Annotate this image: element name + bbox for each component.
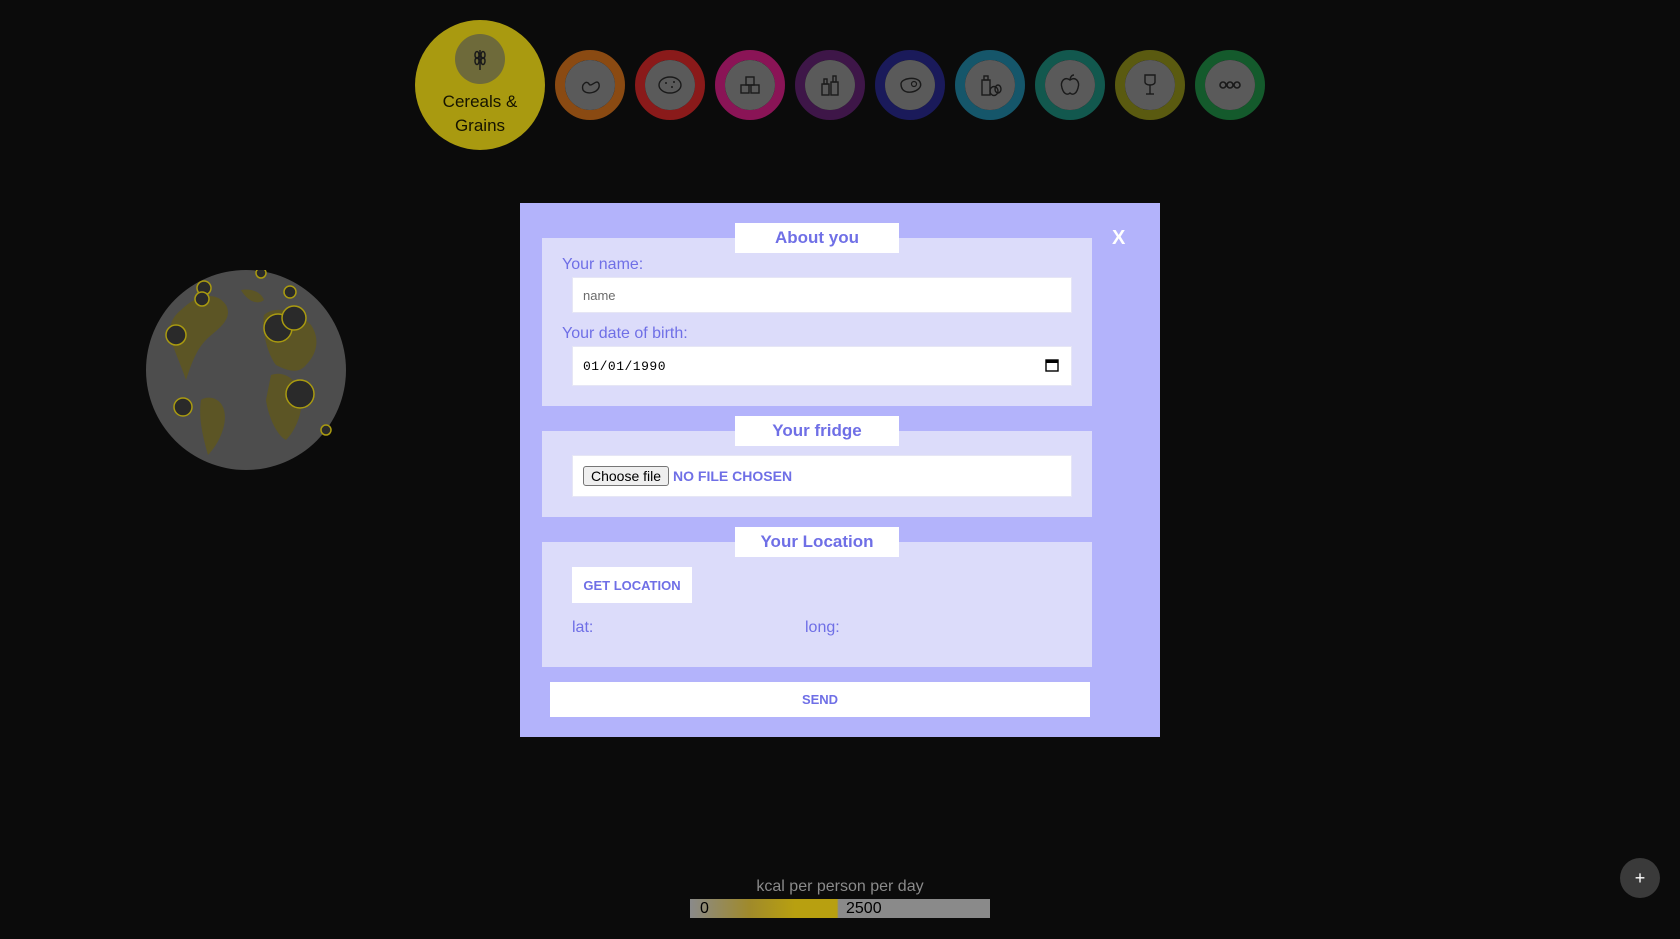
category-dairy-eggs[interactable] [955, 50, 1025, 120]
category-fruit-vegetables[interactable] [1035, 50, 1105, 120]
milk-eggs-icon [965, 60, 1015, 110]
calendar-icon[interactable] [1045, 358, 1059, 372]
wine-glass-icon [1125, 60, 1175, 110]
legend-title: kcal per person per day [756, 878, 924, 895]
name-label: Your name: [562, 256, 644, 273]
legend-color-bar: 0 2500 [690, 899, 990, 918]
long-label: long: [805, 619, 840, 636]
category-sugar[interactable] [715, 50, 785, 120]
bean-icon [565, 60, 615, 110]
apple-icon [1045, 60, 1095, 110]
about-legend: About you [735, 223, 899, 253]
category-cereals-grains[interactable]: Cereals & Grains [415, 20, 545, 150]
dob-input[interactable]: 01/01/1990 [572, 346, 1072, 386]
close-button[interactable]: X [1112, 227, 1125, 250]
lat-label: lat: [572, 619, 594, 636]
wheat-icon [455, 34, 505, 84]
legend-max: 2500 [846, 900, 882, 917]
category-starchy-roots[interactable] [635, 50, 705, 120]
category-label: Cereals & Grains [442, 92, 518, 135]
get-location-button[interactable]: GET LOCATION [572, 567, 692, 603]
category-oils-fats[interactable] [795, 50, 865, 120]
potato-icon [645, 60, 695, 110]
profile-modal: X About you Your name: name Your date of… [520, 203, 1160, 737]
category-alcoholic-beverages[interactable] [1115, 50, 1185, 120]
more-icon [1205, 60, 1255, 110]
choose-file-button[interactable]: Choose file [583, 466, 670, 486]
fridge-file-input[interactable]: Choose file NO FILE CHOSEN [572, 455, 1072, 497]
dob-value: 01/01/1990 [583, 358, 667, 374]
location-legend: Your Location [735, 527, 899, 557]
add-button[interactable]: + [1620, 858, 1660, 898]
legend-min: 0 [700, 900, 709, 917]
send-button[interactable]: SEND [550, 682, 1090, 717]
app-stage: Cereals & Grains X About you Your name: … [0, 0, 1680, 939]
steak-icon [885, 60, 935, 110]
category-meat[interactable] [875, 50, 945, 120]
globe-map[interactable] [146, 267, 346, 470]
sugar-cubes-icon [725, 60, 775, 110]
oil-bottles-icon [805, 60, 855, 110]
name-placeholder: name [583, 287, 616, 303]
file-status: NO FILE CHOSEN [673, 468, 793, 484]
location-section [542, 542, 1092, 667]
category-pulses[interactable] [555, 50, 625, 120]
name-input[interactable]: name [572, 277, 1072, 313]
fridge-legend: Your fridge [735, 416, 899, 446]
category-other[interactable] [1195, 50, 1265, 120]
dob-label: Your date of birth: [562, 325, 688, 342]
